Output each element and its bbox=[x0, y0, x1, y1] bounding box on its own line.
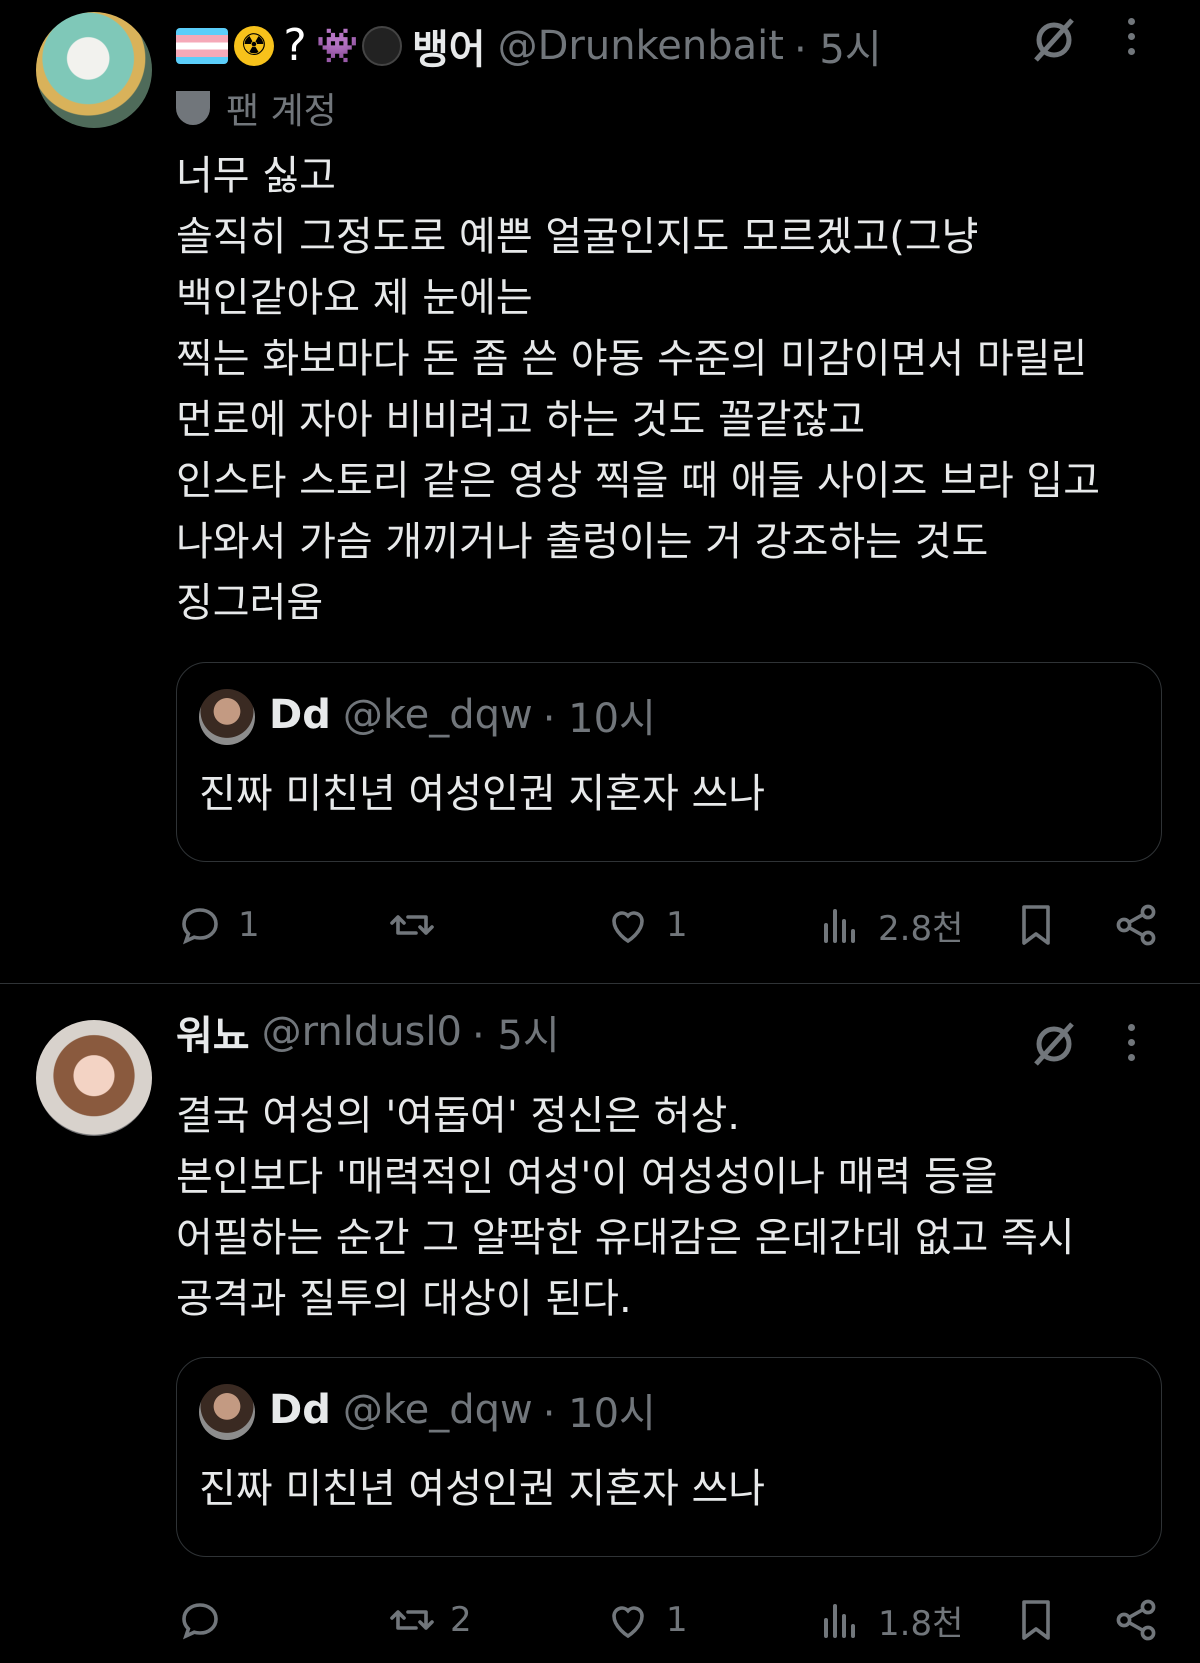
bookmark-button[interactable] bbox=[1012, 895, 1074, 955]
reply-button[interactable]: 1 bbox=[176, 895, 260, 955]
quote-handle: @ke_dqw bbox=[342, 692, 533, 738]
views-button[interactable]: 1.8천 bbox=[816, 1590, 963, 1650]
action-bar: 1 1 2.8천 bbox=[176, 895, 1166, 955]
quote-timestamp: · 10시 bbox=[542, 696, 656, 742]
timestamp[interactable]: · 5시 bbox=[794, 17, 882, 75]
more-options-icon[interactable] bbox=[1128, 18, 1135, 55]
quoted-tweet[interactable]: Dd @ke_dqw · 10시 진짜 미친년 여성인권 지혼자 쓰나 bbox=[176, 1357, 1162, 1557]
action-bar: 2 1 1.8천 bbox=[176, 1590, 1166, 1650]
quote-header: Dd @ke_dqw · 10시 bbox=[269, 1382, 656, 1438]
like-count: 1 bbox=[666, 1600, 688, 1640]
transgender-flag-icon bbox=[176, 28, 228, 64]
share-button[interactable] bbox=[1112, 895, 1174, 955]
quote-display-name: Dd bbox=[269, 1387, 331, 1433]
bookmark-icon bbox=[1022, 1600, 1050, 1640]
share-button[interactable] bbox=[1112, 1590, 1174, 1650]
view-count: 1.8천 bbox=[878, 1603, 964, 1644]
reply-icon bbox=[182, 1603, 218, 1640]
share-icon bbox=[1116, 1599, 1156, 1641]
retweet-button[interactable] bbox=[388, 895, 450, 955]
question-mark-icon: ? bbox=[283, 20, 307, 71]
like-count: 1 bbox=[666, 905, 688, 945]
mask-icon bbox=[176, 91, 210, 125]
tweet-text: 결국 여성의 '여돕여' 정신은 허상. 본인보다 '매력적인 여성'이 여성성… bbox=[176, 1093, 1075, 1322]
reply-button[interactable] bbox=[176, 1590, 238, 1650]
retweet-button[interactable]: 2 bbox=[388, 1590, 472, 1650]
view-count: 2.8천 bbox=[878, 908, 964, 949]
heart-icon bbox=[612, 911, 644, 944]
like-button[interactable]: 1 bbox=[604, 895, 688, 955]
reply-icon bbox=[182, 908, 218, 945]
user-handle[interactable]: @rnldusl0 bbox=[262, 1009, 462, 1055]
timestamp[interactable]: · 5시 bbox=[472, 1003, 560, 1061]
quote-timestamp: · 10시 bbox=[542, 1391, 656, 1437]
bookmark-icon bbox=[1022, 905, 1050, 945]
quote-avatar bbox=[199, 1384, 255, 1440]
retweet-icon bbox=[390, 915, 434, 935]
avatar[interactable] bbox=[36, 12, 152, 128]
quoted-tweet[interactable]: Dd @ke_dqw · 10시 진짜 미친년 여성인권 지혼자 쓰나 bbox=[176, 662, 1162, 862]
radioactive-icon: ☢ bbox=[234, 26, 274, 66]
fan-account-label: 팬 계정 bbox=[176, 82, 337, 134]
grok-icon[interactable] bbox=[1030, 16, 1078, 75]
tweet-text: 너무 싫고 솔직히 그정도로 예쁜 얼굴인지도 모르겠고(그냥 백인같아요 제 … bbox=[176, 153, 1101, 626]
user-handle[interactable]: @Drunkenbait bbox=[498, 23, 784, 69]
grok-icon[interactable] bbox=[1030, 1020, 1078, 1079]
share-icon bbox=[1116, 904, 1156, 946]
retweet-icon bbox=[390, 1610, 434, 1630]
quote-display-name: Dd bbox=[269, 692, 331, 738]
avatar[interactable] bbox=[36, 1020, 152, 1136]
tweet-1[interactable]: ☢ ? 👾 뱅어 @Drunkenbait · 5시 팬 계정 너무 싫고 솔직… bbox=[0, 0, 1200, 984]
quote-handle: @ke_dqw bbox=[342, 1387, 533, 1433]
retweet-count: 2 bbox=[450, 1600, 472, 1640]
reply-count: 1 bbox=[238, 905, 260, 945]
quote-text: 진짜 미친년 여성인권 지혼자 쓰나 bbox=[199, 771, 766, 817]
heart-icon bbox=[612, 1606, 644, 1639]
alien-monster-icon: 👾 bbox=[316, 26, 359, 66]
display-name[interactable]: 뱅어 bbox=[412, 17, 486, 75]
bomb-icon bbox=[362, 26, 402, 66]
quote-avatar bbox=[199, 689, 255, 745]
fan-account-text: 팬 계정 bbox=[226, 91, 337, 132]
tweet-header: 워뇨 @rnldusl0 · 5시 bbox=[176, 1004, 560, 1060]
quote-header: Dd @ke_dqw · 10시 bbox=[269, 687, 656, 743]
more-options-icon[interactable] bbox=[1128, 1024, 1135, 1061]
bookmark-button[interactable] bbox=[1012, 1590, 1074, 1650]
display-name[interactable]: 워뇨 bbox=[176, 1003, 250, 1061]
views-button[interactable]: 2.8천 bbox=[816, 895, 963, 955]
quote-text: 진짜 미친년 여성인권 지혼자 쓰나 bbox=[199, 1466, 766, 1512]
views-icon bbox=[824, 909, 855, 943]
like-button[interactable]: 1 bbox=[604, 1590, 688, 1650]
tweet-header: ☢ ? 👾 뱅어 @Drunkenbait · 5시 bbox=[176, 18, 882, 74]
views-icon bbox=[824, 1604, 855, 1638]
